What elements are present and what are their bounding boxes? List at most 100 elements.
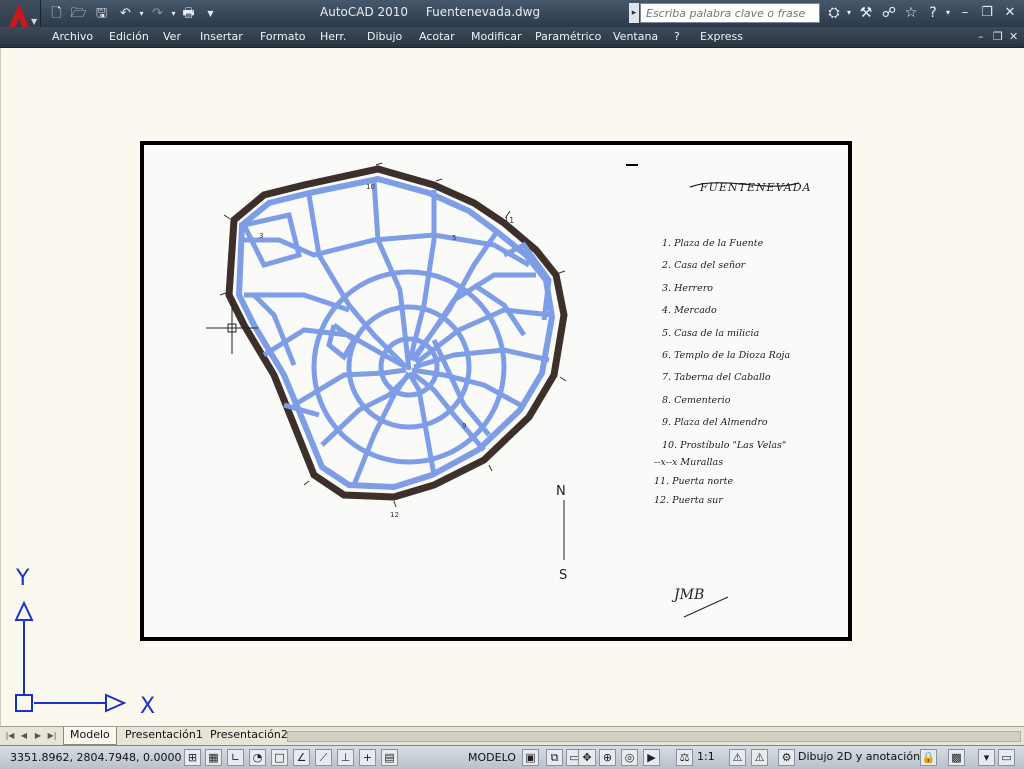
new-file-icon[interactable]: 🗋 (48, 5, 65, 22)
showmotion-icon[interactable]: ▶ (643, 749, 660, 766)
help-icon[interactable]: ? (923, 3, 943, 23)
menu-archivo[interactable]: Archivo (52, 30, 93, 43)
annotation-visibility-icon[interactable]: ⚠ (729, 749, 746, 766)
menu-express[interactable]: Express (700, 30, 743, 43)
zoom-icon[interactable]: ⊕ (599, 749, 616, 766)
close-icon[interactable]: ✕ (1001, 5, 1019, 21)
quick-access-dropdown-icon[interactable]: ▼ (202, 5, 219, 22)
annotation-scale-icon[interactable]: ⚖ (676, 749, 693, 766)
layout-tab-bar: |◀ ◀ ▶ ▶| Modelo Presentación1 Presentac… (0, 726, 1024, 745)
last-tab-icon[interactable]: ▶| (46, 729, 58, 742)
tab-presentacion1[interactable]: Presentación1 (119, 727, 209, 744)
compass-south: S (559, 568, 567, 583)
app-name: AutoCAD 2010 (320, 5, 409, 19)
menu-dibujo[interactable]: Dibujo (367, 30, 402, 43)
legend-item: 5. Casa de la milicia (662, 327, 760, 339)
polar-tracking-icon[interactable]: ◔ (249, 749, 266, 766)
binoculars-icon[interactable]: ⛭ (824, 3, 844, 23)
prev-tab-icon[interactable]: ◀ (18, 729, 30, 742)
auto-scale-icon[interactable]: ⚠ (751, 749, 768, 766)
legend-item: 3. Herrero (662, 282, 713, 294)
menu-herramientas[interactable]: Herr. (320, 30, 346, 43)
tab-presentacion2[interactable]: Presentación2 (204, 727, 294, 744)
first-tab-icon[interactable]: |◀ (4, 729, 16, 742)
legend-item: 2. Casa del señor (662, 260, 746, 272)
dynamic-input-icon[interactable]: ⊥ (337, 749, 354, 766)
menu-ventana[interactable]: Ventana (613, 30, 658, 43)
ucs-icon: Y X (10, 565, 170, 720)
search-dropdown-icon[interactable]: ▾ (845, 3, 853, 23)
help-dropdown-icon[interactable]: ▾ (944, 3, 952, 23)
model-space-button[interactable]: MODELO (468, 749, 516, 766)
tab-modelo[interactable]: Modelo (63, 727, 117, 745)
object-snap-tracking-icon[interactable]: ∠ (293, 749, 310, 766)
legend-extra-item: 11. Puerta norte (654, 476, 734, 487)
ucs-x-label: X (140, 694, 155, 719)
quick-properties-icon[interactable]: ▤ (381, 749, 398, 766)
object-snap-icon[interactable]: □ (271, 749, 288, 766)
coordinate-readout: 3351.8962, 2804.7948, 0.0000 (10, 751, 182, 764)
legend-item: 1. Plaza de la Fuente (662, 238, 764, 249)
map-label-9: 9 (462, 422, 466, 430)
horizontal-scrollbar[interactable] (287, 731, 1021, 742)
quick-view-layouts-icon[interactable]: ⧉ (546, 749, 563, 766)
workspace-switcher[interactable]: Dibujo 2D y anotación (798, 750, 920, 763)
search-expand-icon[interactable]: ▸ (629, 3, 639, 23)
window-title: AutoCAD 2010 Fuentenevada.dwg (320, 5, 554, 19)
map-label-12: 12 (390, 511, 399, 519)
grid-display-icon[interactable]: ▦ (205, 749, 222, 766)
doc-restore-icon[interactable]: ❐ (993, 30, 1003, 43)
workspace-gear-icon[interactable]: ⚙ (778, 749, 795, 766)
legend-extra: --x--x Murallas 11. Puerta norte 12. Pue… (654, 453, 733, 510)
menu-insertar[interactable]: Insertar (200, 30, 243, 43)
doc-close-icon[interactable]: ✕ (1009, 30, 1018, 43)
map-label-3: 3 (259, 232, 263, 240)
next-tab-icon[interactable]: ▶ (32, 729, 44, 742)
legend-list: 1. Plaza de la Fuente 2. Casa del señor … (662, 233, 790, 457)
legend-extra-item: --x--x Murallas (654, 457, 724, 468)
lock-icon[interactable]: 🔒 (920, 749, 937, 766)
steering-wheel-icon[interactable]: ◎ (621, 749, 638, 766)
drawing-sheet[interactable]: 10 11 12 3 5 9 N S JMB FUENTENEVADA 1. P… (140, 141, 852, 641)
map-label-10: 10 (366, 183, 375, 191)
dynamic-ucs-icon[interactable]: ⟋ (315, 749, 332, 766)
undo-dropdown-icon[interactable]: ▾ (133, 5, 150, 22)
legend-extra-item: 12. Puerta sur (654, 495, 723, 506)
pan-icon[interactable]: ✥ (578, 749, 596, 766)
chevron-down-icon: ▼ (31, 17, 38, 26)
menu-ver[interactable]: Ver (163, 30, 181, 43)
ortho-mode-icon[interactable]: ∟ (227, 749, 244, 766)
menu-formato[interactable]: Formato (260, 30, 306, 43)
snap-mode-icon[interactable]: ⊞ (184, 749, 201, 766)
plot-icon[interactable]: 🖶 (180, 5, 197, 22)
doc-minimize-icon[interactable]: – (978, 30, 984, 43)
menu-edicion[interactable]: Edición (109, 30, 149, 43)
communication-center-icon[interactable]: ☍ (879, 3, 899, 23)
menu-ayuda[interactable]: ? (674, 30, 680, 43)
layout-view-icon[interactable]: ▣ (522, 749, 539, 766)
save-icon[interactable]: 🖫 (93, 5, 110, 22)
compass-north: N (556, 484, 566, 499)
search-input[interactable] (640, 3, 820, 23)
open-file-icon[interactable]: 🗁 (70, 5, 87, 22)
minimize-icon[interactable]: – (956, 5, 974, 21)
legend-item: 7. Taberna del Caballo (662, 372, 771, 384)
annotation-scale[interactable]: 1:1 (697, 750, 715, 763)
drawing-title: FUENTENEVADA (700, 181, 812, 194)
lineweight-icon[interactable]: + (359, 749, 376, 766)
status-menu-icon[interactable]: ▾ (978, 749, 995, 766)
menu-modificar[interactable]: Modificar (471, 30, 522, 43)
restore-icon[interactable]: ❐ (978, 5, 996, 21)
menu-acotar[interactable]: Acotar (419, 30, 455, 43)
window-controls: – ❐ ✕ (954, 0, 1024, 27)
menu-bar: Archivo Edición Ver Insertar Formato Her… (0, 27, 1024, 48)
status-bar: 3351.8962, 2804.7948, 0.0000 ⊞ ▦ ∟ ◔ □ ∠… (0, 745, 1024, 769)
hardware-acceleration-icon[interactable]: ▩ (948, 749, 965, 766)
undo-icon[interactable]: ↶ (117, 5, 134, 22)
clean-screen-icon[interactable]: ▭ (998, 749, 1015, 766)
favorites-star-icon[interactable]: ☆ (901, 3, 921, 23)
subscription-icon[interactable]: ⚒ (856, 3, 876, 23)
redo-icon[interactable]: ↷ (149, 5, 166, 22)
menu-parametrico[interactable]: Paramétrico (535, 30, 601, 43)
crosshair-cursor (206, 302, 258, 354)
